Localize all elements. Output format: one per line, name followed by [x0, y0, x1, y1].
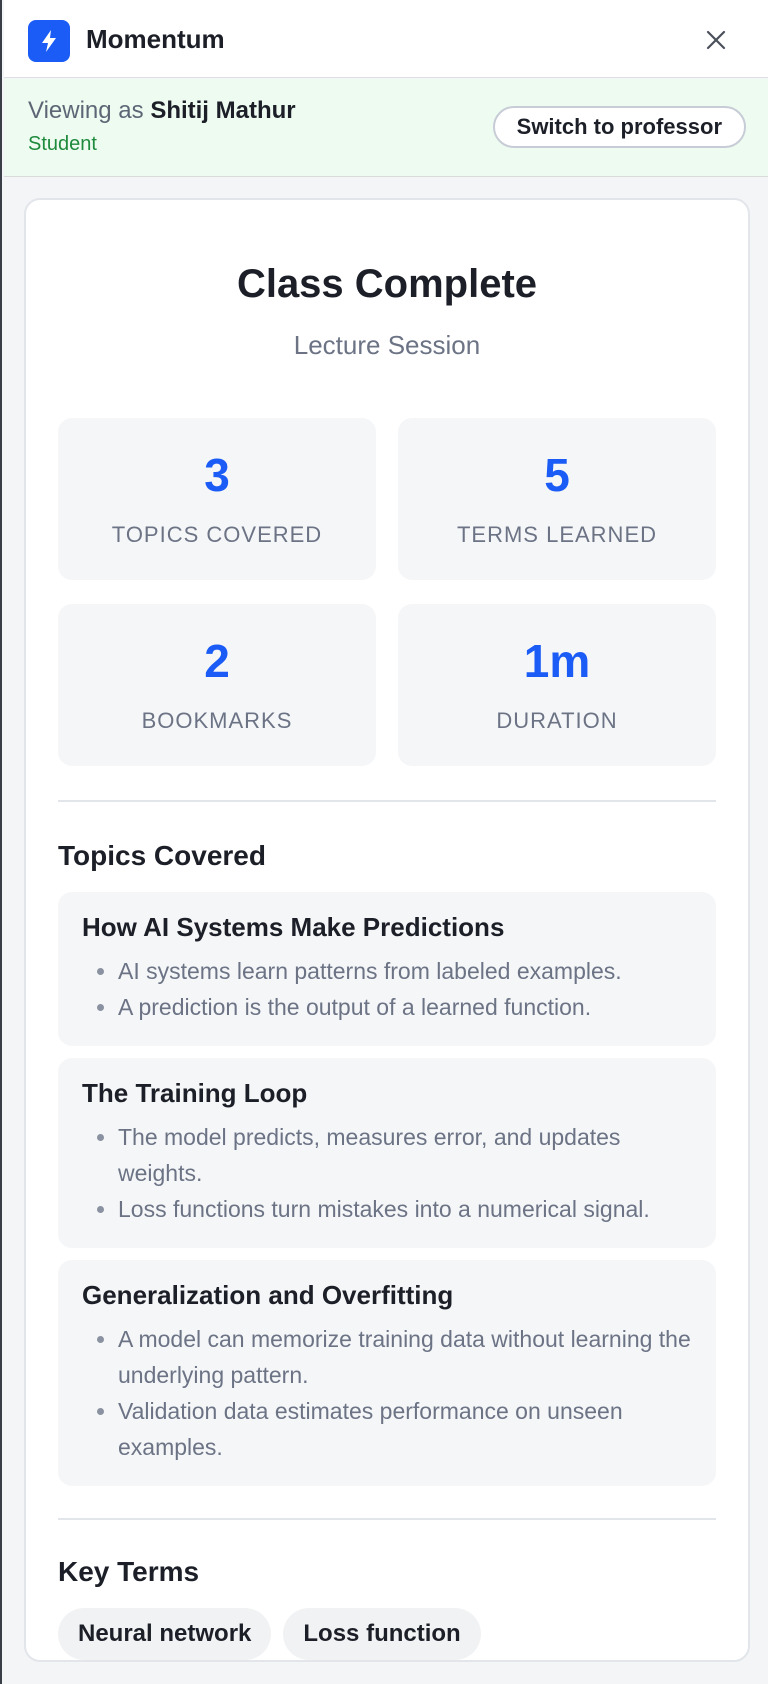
summary-title: Class Complete: [236, 262, 538, 306]
stat-duration: 1m DURATION: [398, 604, 716, 766]
topic-point: The model predicts, measures error, and …: [118, 1119, 692, 1191]
stat-label: DURATION: [496, 708, 618, 733]
topic-card: Generalization and Overfitting A model c…: [58, 1260, 716, 1486]
stat-label: TERMS LEARNED: [456, 522, 658, 547]
key-terms-list: Neural network Loss function: [58, 1608, 481, 1660]
summary-subtitle: Lecture Session: [293, 330, 481, 360]
close-icon[interactable]: [702, 26, 730, 54]
stat-value: 2: [204, 635, 230, 687]
lightning-bolt-icon: [28, 20, 70, 62]
term-chip-neural-network[interactable]: Neural network: [58, 1608, 272, 1660]
viewer-name: Shitij Mathur: [150, 97, 296, 124]
app-frame: Momentum Viewing as Shitij Mathur Studen…: [0, 0, 768, 1684]
stat-terms-learned: 5 TERMS LEARNED: [398, 418, 716, 580]
section-divider: [58, 1518, 716, 1520]
app-header: Momentum: [4, 0, 768, 78]
stat-value: 3: [204, 449, 230, 501]
topic-points: The model predicts, measures error, and …: [82, 1119, 692, 1227]
topic-card: How AI Systems Make Predictions AI syste…: [58, 892, 716, 1046]
class-summary-card: Class Complete Lecture Session 3 TOPICS …: [24, 198, 750, 1662]
topic-point: A model can memorize training data witho…: [118, 1321, 692, 1393]
topics-heading: Topics Covered: [58, 840, 266, 871]
topic-title: Generalization and Overfitting: [82, 1280, 454, 1310]
topic-point: Validation data estimates performance on…: [118, 1393, 692, 1465]
topic-points: AI systems learn patterns from labeled e…: [82, 953, 692, 1025]
viewer-banner: Viewing as Shitij Mathur Student Switch …: [4, 79, 768, 177]
switch-to-professor-button[interactable]: Switch to professor: [492, 106, 746, 148]
topic-points: A model can memorize training data witho…: [82, 1321, 692, 1465]
stat-value: 5: [544, 449, 570, 501]
stat-topics-covered: 3 TOPICS COVERED: [58, 418, 376, 580]
app-title: Momentum: [86, 24, 225, 54]
viewer-prefix: Viewing as: [28, 97, 144, 124]
stat-bookmarks: 2 BOOKMARKS: [58, 604, 376, 766]
key-terms-heading: Key Terms: [58, 1556, 200, 1587]
topic-point: A prediction is the output of a learned …: [118, 989, 692, 1025]
viewer-line: Viewing as Shitij Mathur: [28, 97, 296, 125]
stat-value: 1m: [523, 635, 591, 687]
stat-label: TOPICS COVERED: [111, 522, 323, 547]
section-divider: [58, 800, 716, 802]
topic-card: The Training Loop The model predicts, me…: [58, 1058, 716, 1248]
topic-title: The Training Loop: [82, 1078, 308, 1108]
topic-point: AI systems learn patterns from labeled e…: [118, 953, 692, 989]
stat-label: BOOKMARKS: [141, 708, 293, 733]
topic-point: Loss functions turn mistakes into a nume…: [118, 1191, 692, 1227]
term-chip-loss-function[interactable]: Loss function: [283, 1608, 481, 1660]
topic-title: How AI Systems Make Predictions: [82, 912, 505, 942]
viewer-role: Student: [28, 133, 97, 155]
